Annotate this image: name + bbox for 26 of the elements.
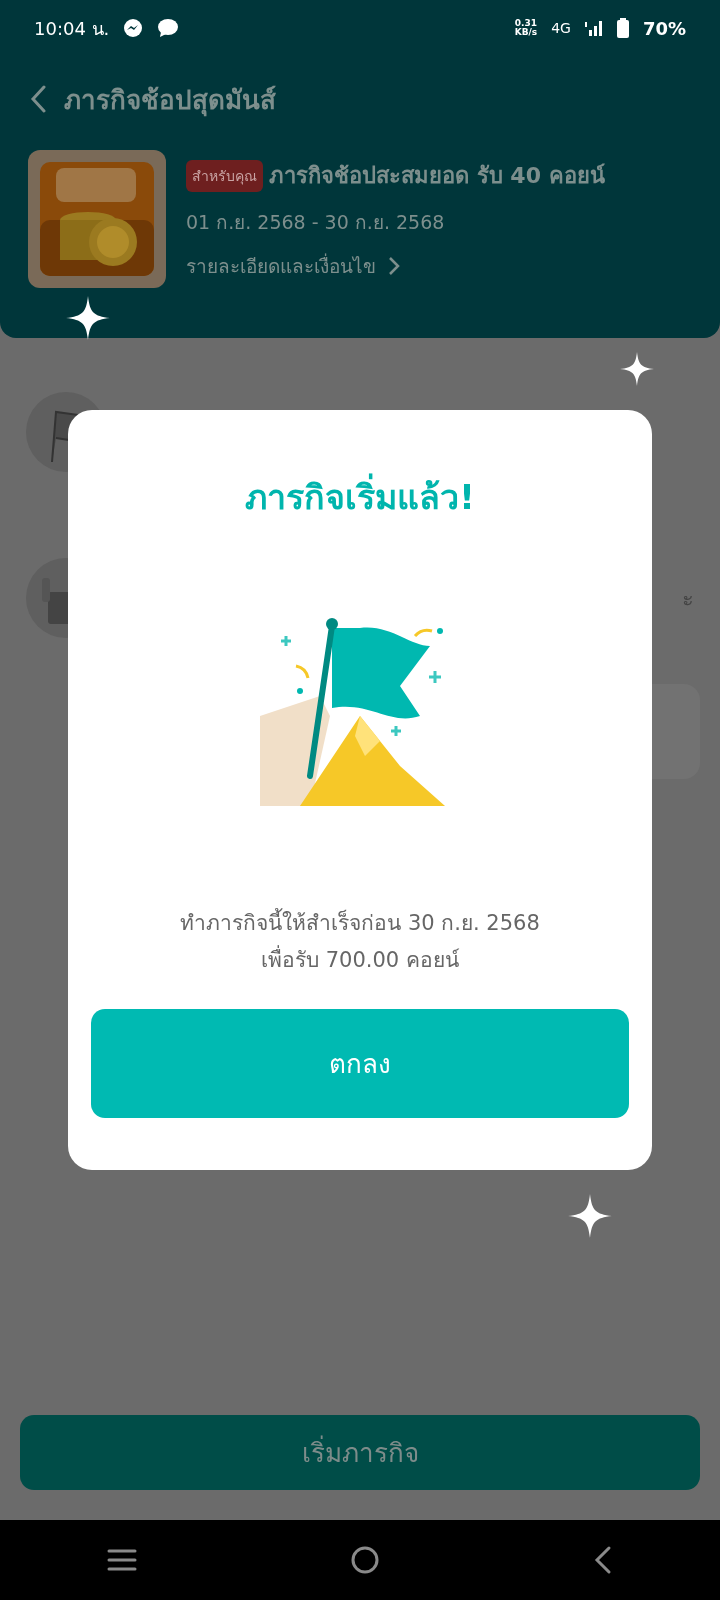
start-mission-button[interactable]: เริ่มภารกิจ bbox=[20, 1415, 700, 1490]
net-speed-value: 0.31 bbox=[514, 19, 537, 28]
network-type: 4G bbox=[551, 20, 571, 36]
home-icon[interactable] bbox=[350, 1545, 380, 1575]
chat-bubble-icon bbox=[157, 18, 180, 38]
battery-level: 70% bbox=[642, 17, 686, 39]
for-you-badge: สำหรับคุณ bbox=[186, 159, 263, 192]
dialog-message: ทำภารกิจนี้ให้สำเร็จก่อน 30 ก.ย. 2568 bbox=[180, 906, 540, 939]
net-speed-unit: KB/s bbox=[514, 28, 538, 37]
mission-title: ภารกิจช้อปสะสมยอด รับ 40 คอยน์ bbox=[269, 162, 605, 190]
page-title: ภารกิจช้อปสุดมันส์ bbox=[64, 83, 276, 119]
status-time: 10:04 น. bbox=[34, 16, 110, 41]
chevron-right-icon bbox=[388, 256, 400, 276]
mission-dates: 01 ก.ย. 2568 - 30 ก.ย. 2568 bbox=[186, 210, 446, 235]
dialog-title: ภารกิจเริ่มแล้ว! bbox=[245, 470, 475, 524]
ok-button[interactable]: ตกลง bbox=[91, 1009, 629, 1118]
sparkle-icon bbox=[568, 1194, 612, 1238]
battery-icon bbox=[616, 18, 629, 38]
sparkle-icon bbox=[620, 352, 654, 386]
signal-icon bbox=[584, 20, 603, 36]
menu-icon[interactable] bbox=[106, 1548, 137, 1572]
dialog-message: เพื่อรับ 700.00 คอยน์ bbox=[261, 943, 459, 976]
back-icon[interactable] bbox=[30, 85, 46, 113]
messenger-icon bbox=[123, 18, 144, 38]
details-link[interactable]: รายละเอียดและเงื่อนไข bbox=[186, 251, 605, 281]
sparkle-icon bbox=[66, 296, 110, 340]
